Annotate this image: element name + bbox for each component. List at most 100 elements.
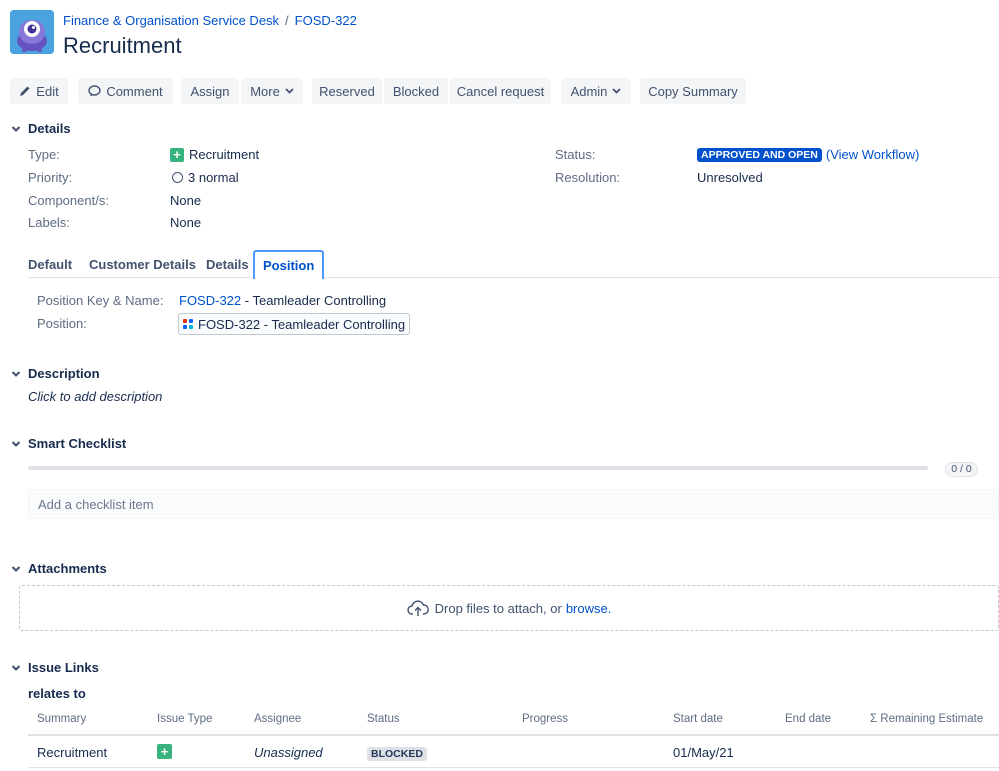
position-label: Position:	[37, 316, 87, 331]
checklist-progress-bar	[28, 466, 928, 470]
description-section-toggle[interactable]: Description	[10, 366, 100, 381]
issue-object-icon	[183, 319, 193, 329]
relation-label: relates to	[28, 686, 86, 701]
priority-value: 3 normal	[172, 170, 239, 185]
column-header-progress[interactable]: Progress	[522, 713, 568, 725]
comment-button[interactable]: Comment	[78, 78, 173, 104]
comment-icon	[88, 85, 102, 97]
linked-issue-assignee: Unassigned	[254, 745, 323, 760]
column-header-assignee[interactable]: Assignee	[254, 713, 301, 725]
chevron-down-icon	[612, 88, 622, 94]
breadcrumb: Finance & Organisation Service Desk / FO…	[63, 13, 357, 28]
tab-customer-details[interactable]: Customer Details	[89, 250, 196, 278]
details-heading: Details	[28, 121, 71, 136]
priority-label: Priority:	[28, 170, 73, 185]
attachments-heading: Attachments	[28, 561, 107, 576]
plus-icon: +	[157, 744, 172, 759]
tab-position[interactable]: Position	[253, 250, 325, 279]
admin-button[interactable]: Admin	[561, 78, 631, 104]
cancel-request-button[interactable]: Cancel request	[450, 78, 551, 104]
status-value: APPROVED AND OPEN (View Workflow)	[697, 147, 919, 162]
column-header-start-date[interactable]: Start date	[673, 713, 723, 725]
smart-checklist-section-toggle[interactable]: Smart Checklist	[10, 436, 126, 451]
linked-issue-type: +	[157, 744, 172, 759]
chevron-down-icon	[11, 440, 21, 447]
breadcrumb-separator: /	[285, 13, 289, 28]
more-button[interactable]: More	[241, 78, 303, 104]
admin-label: Admin	[570, 83, 608, 99]
copy-summary-button[interactable]: Copy Summary	[640, 78, 746, 104]
labels-label: Labels:	[28, 215, 70, 230]
column-header-summary[interactable]: Summary	[37, 713, 86, 725]
breadcrumb-project-link[interactable]: Finance & Organisation Service Desk	[63, 13, 279, 28]
type-value: + Recruitment	[170, 147, 259, 162]
status-badge: BLOCKED	[367, 747, 427, 761]
edit-button[interactable]: Edit	[10, 78, 68, 104]
attachment-dropzone[interactable]: Drop files to attach, or browse.	[19, 585, 999, 631]
blocked-label: Blocked	[392, 83, 440, 99]
column-header-end-date[interactable]: End date	[785, 713, 831, 725]
reserved-button[interactable]: Reserved	[312, 78, 382, 104]
monster-logo-icon	[10, 10, 54, 54]
table-header-divider	[28, 734, 999, 736]
type-label: Type:	[28, 147, 60, 162]
position-key-name-value: FOSD-322 - Teamleader Controlling	[179, 293, 386, 308]
details-section-toggle[interactable]: Details	[10, 121, 71, 136]
column-header-issue-type[interactable]: Issue Type	[157, 713, 212, 725]
smart-checklist-heading: Smart Checklist	[28, 436, 127, 451]
comment-label: Comment	[106, 83, 163, 99]
components-value: None	[170, 193, 202, 208]
description-heading: Description	[28, 366, 100, 381]
browse-link[interactable]: browse.	[566, 601, 612, 616]
checklist-item-input[interactable]	[28, 489, 999, 519]
position-name-text: - Teamleader Controlling	[241, 293, 387, 308]
checklist-count: 0 / 0	[945, 462, 978, 477]
priority-text: 3 normal	[188, 170, 239, 185]
more-label: More	[250, 83, 280, 99]
linked-issue-start-date: 01/May/21	[673, 745, 734, 760]
labels-value: None	[170, 215, 202, 230]
tab-details[interactable]: Details	[206, 250, 249, 278]
description-placeholder[interactable]: Click to add description	[28, 389, 162, 404]
chevron-down-icon	[11, 565, 21, 572]
edit-label: Edit	[36, 83, 59, 99]
chevron-down-icon	[11, 125, 21, 132]
table-row-divider	[28, 767, 999, 768]
assign-label: Assign	[190, 83, 230, 99]
view-workflow-link[interactable]: (View Workflow)	[826, 147, 919, 162]
position-key-name-label: Position Key & Name:	[37, 293, 164, 308]
chevron-down-icon	[11, 664, 21, 671]
attachments-section-toggle[interactable]: Attachments	[10, 561, 107, 576]
components-label: Component/s:	[28, 193, 109, 208]
project-avatar[interactable]	[10, 10, 54, 54]
dropzone-text: Drop files to attach, or	[434, 600, 562, 616]
blocked-button[interactable]: Blocked	[384, 78, 448, 104]
position-key-link[interactable]: FOSD-322	[179, 293, 241, 308]
plus-icon: +	[170, 147, 184, 162]
position-chip-label: FOSD-322 - Teamleader Controlling	[198, 316, 406, 332]
resolution-value: Unresolved	[697, 170, 763, 185]
issue-links-heading: Issue Links	[28, 660, 99, 675]
chevron-down-icon	[11, 370, 21, 377]
cancel-request-label: Cancel request	[456, 83, 545, 99]
status-badge: APPROVED AND OPEN	[697, 147, 822, 162]
chevron-down-icon	[285, 88, 294, 94]
pencil-icon	[20, 86, 30, 96]
position-chip[interactable]: FOSD-322 - Teamleader Controlling	[178, 313, 411, 335]
assign-button[interactable]: Assign	[181, 78, 239, 104]
page-title: Recruitment	[63, 33, 182, 58]
field-tabs: Default Customer Details Details Positio…	[28, 250, 999, 279]
resolution-label: Resolution:	[555, 170, 621, 185]
column-header-status[interactable]: Status	[367, 713, 400, 725]
column-header-remaining-estimate[interactable]: Σ Remaining Estimate	[870, 713, 983, 725]
linked-issue-summary-link[interactable]: Recruitment	[37, 745, 107, 760]
copy-summary-label: Copy Summary	[648, 83, 738, 99]
type-text: Recruitment	[189, 147, 260, 162]
reserved-label: Reserved	[319, 83, 375, 99]
issue-links-section-toggle[interactable]: Issue Links	[10, 660, 99, 675]
tab-default[interactable]: Default	[28, 250, 72, 278]
cloud-upload-icon	[406, 600, 429, 616]
priority-circle-icon	[172, 172, 183, 183]
linked-issue-status: BLOCKED	[367, 745, 427, 761]
breadcrumb-issue-link[interactable]: FOSD-322	[295, 13, 357, 28]
